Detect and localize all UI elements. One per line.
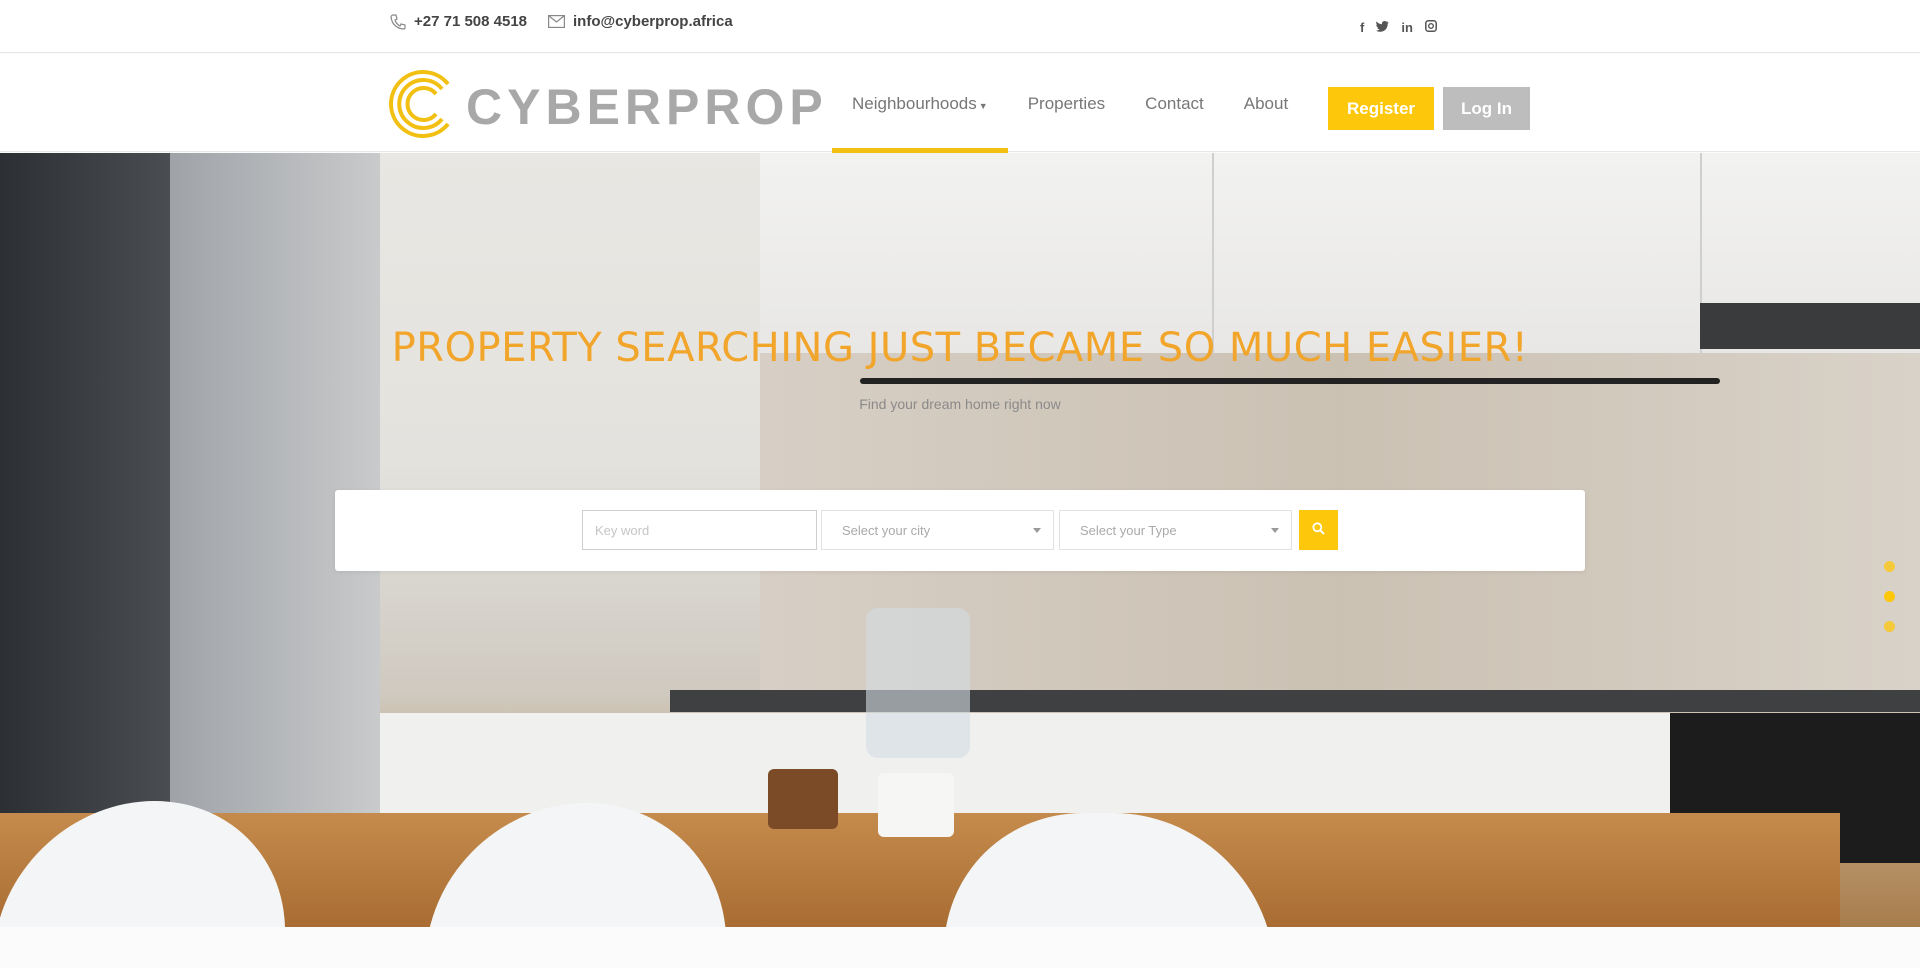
register-button[interactable]: Register: [1328, 87, 1434, 130]
search-icon: [1312, 522, 1325, 538]
type-select-value: Select your Type: [1080, 522, 1177, 538]
phone-contact[interactable]: +27 71 508 4518: [390, 13, 527, 30]
top-contact-bar: +27 71 508 4518 info@cyberprop.africa f …: [0, 0, 1920, 53]
slide-dot-1[interactable]: [1884, 561, 1895, 572]
linkedin-icon[interactable]: in: [1401, 21, 1413, 34]
phone-icon: [390, 13, 406, 30]
content-section-start: [0, 927, 1920, 968]
nav-contact-label: Contact: [1145, 94, 1204, 113]
city-select-value: Select your city: [842, 522, 931, 538]
type-select[interactable]: Select your Type: [1059, 510, 1292, 550]
email-address: info@cyberprop.africa: [573, 13, 733, 30]
dropdown-arrow-icon: [1033, 528, 1041, 533]
nav-neighbourhoods-label: Neighbourhoods: [852, 94, 977, 113]
hero-title: PROPERTY SEARCHING JUST BECAME SO MUCH E…: [391, 325, 1529, 371]
hero-subtitle: Find your dream home right now: [859, 396, 1061, 412]
envelope-icon: [548, 15, 565, 28]
instagram-icon[interactable]: [1424, 20, 1437, 34]
nav-about-label: About: [1243, 94, 1289, 113]
nav-properties[interactable]: Properties: [1008, 54, 1125, 152]
primary-nav: Neighbourhoods ▼ Properties Contact Abou…: [832, 54, 1308, 153]
caret-down-icon: ▼: [978, 101, 988, 111]
property-search-panel: Select your city Select your Type: [335, 490, 1585, 571]
social-links: f in: [1360, 20, 1437, 34]
nav-contact[interactable]: Contact: [1125, 54, 1224, 152]
facebook-icon[interactable]: f: [1360, 21, 1364, 34]
phone-number: +27 71 508 4518: [414, 13, 528, 30]
nav-about[interactable]: About: [1224, 54, 1308, 152]
slide-dot-2[interactable]: [1884, 591, 1895, 602]
login-button[interactable]: Log In: [1443, 87, 1530, 130]
dropdown-arrow-icon: [1271, 528, 1279, 533]
slider-pagination: [1884, 561, 1895, 632]
city-select[interactable]: Select your city: [821, 510, 1054, 550]
nav-properties-label: Properties: [1027, 94, 1106, 113]
email-contact[interactable]: info@cyberprop.africa: [548, 13, 733, 30]
brand-logo[interactable]: CYBERPROP: [388, 68, 828, 145]
brand-name: CYBERPROP: [466, 78, 828, 135]
nav-neighbourhoods[interactable]: Neighbourhoods ▼: [832, 54, 1008, 153]
cyberprop-rings-logo-icon: [388, 68, 460, 145]
twitter-icon[interactable]: [1376, 20, 1389, 34]
main-navbar: CYBERPROP Neighbourhoods ▼ Properties Co…: [0, 54, 1920, 153]
search-button[interactable]: [1299, 510, 1338, 550]
hero-banner: PROPERTY SEARCHING JUST BECAME SO MUCH E…: [0, 153, 1920, 927]
slide-dot-3[interactable]: [1884, 621, 1895, 632]
keyword-input[interactable]: [582, 510, 817, 550]
